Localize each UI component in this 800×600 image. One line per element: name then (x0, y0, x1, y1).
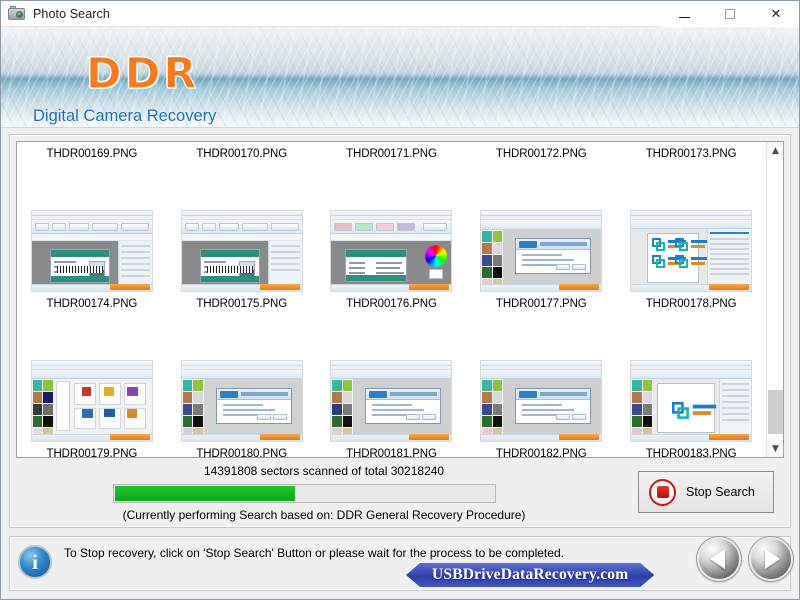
thumbnail-wrap[interactable] (17, 210, 167, 292)
thumbnail-image[interactable] (330, 360, 453, 442)
file-name-label: THDR00172.PNG (495, 148, 587, 160)
thumbnail-image[interactable] (630, 360, 753, 442)
stop-search-button[interactable]: Stop Search (638, 471, 774, 513)
thumbnail-cell[interactable]: THDR00179.PNG (17, 442, 167, 457)
file-name-label: THDR00174.PNG (46, 298, 138, 310)
thumbnail-cell[interactable]: THDR00181.PNG (317, 442, 467, 457)
info-icon: i (18, 545, 52, 579)
chevron-up-icon[interactable]: ▲ (767, 142, 783, 159)
thumbnail-wrap[interactable] (616, 360, 766, 442)
brand-url-banner: USBDriveDataRecovery.com (406, 563, 654, 587)
photo-search-window: Photo Search ✕ DDR Digital Camera Recove… (0, 0, 800, 600)
next-button[interactable] (749, 537, 793, 581)
thumbnail-cell[interactable]: THDR00182.PNG (466, 442, 616, 457)
thumbnail-wrap[interactable] (167, 210, 317, 292)
thumbnail-wrap[interactable] (317, 360, 467, 442)
previous-arrow-icon (710, 549, 725, 569)
file-name-label: THDR00178.PNG (645, 298, 737, 310)
file-name-label: THDR00179.PNG (46, 448, 138, 457)
thumbnail-image[interactable] (30, 360, 153, 442)
file-name-label: THDR00171.PNG (346, 148, 437, 160)
thumbnail-image[interactable] (30, 210, 153, 292)
file-name-label: THDR00175.PNG (196, 298, 288, 310)
close-icon: ✕ (770, 6, 782, 22)
progress-area: 14391808 sectors scanned of total 302182… (16, 464, 784, 526)
thumbnail-image-row (17, 360, 766, 442)
ddr-logo: DDR (86, 49, 200, 100)
content-panel: THDR00169.PNG THDR00170.PNG THDR00171.PN… (9, 134, 791, 528)
file-name-label: THDR00177.PNG (495, 298, 587, 310)
recovery-procedure-label: (Currently performing Search based on: D… (122, 508, 526, 522)
thumbnail-wrap[interactable] (466, 360, 616, 442)
stop-square-icon (649, 478, 676, 506)
file-name-label: THDR00176.PNG (346, 298, 437, 310)
window-title: Photo Search (33, 6, 110, 21)
chevron-down-icon[interactable]: ▼ (767, 440, 783, 457)
vertical-scrollbar[interactable]: ▲ ▼ (766, 142, 783, 457)
title-bar: Photo Search ✕ (1, 1, 799, 27)
file-name-label: THDR00181.PNG (346, 448, 437, 457)
previous-button[interactable] (697, 537, 741, 581)
file-name-label: THDR00169.PNG (46, 148, 138, 160)
minimize-icon (678, 16, 690, 18)
status-message: To Stop recovery, click on 'Stop Search'… (64, 546, 564, 560)
file-name-label: THDR00182.PNG (495, 448, 587, 457)
maximize-icon (725, 9, 735, 19)
scan-progress-fill (115, 486, 296, 501)
window-controls: ✕ (661, 1, 799, 27)
thumbnail-cell[interactable]: THDR00183.PNG (616, 442, 766, 457)
scan-progress-bar (113, 484, 496, 503)
thumbnail-row: THDR00179.PNG THDR00180.PNG THDR00181.PN… (17, 442, 766, 457)
thumbnail-wrap[interactable] (616, 210, 766, 292)
minimize-button[interactable] (661, 1, 707, 27)
navigation-buttons (697, 537, 793, 581)
thumbnail-wrap[interactable] (466, 210, 616, 292)
product-subtitle: Digital Camera Recovery (33, 107, 217, 125)
thumbnail-cell[interactable]: THDR00180.PNG (167, 442, 317, 457)
camera-icon (8, 6, 25, 21)
file-name-label: THDR00173.PNG (645, 148, 737, 160)
thumbnail-grid: THDR00169.PNG THDR00170.PNG THDR00171.PN… (17, 142, 766, 457)
file-name-label: THDR00170.PNG (196, 148, 288, 160)
close-button[interactable]: ✕ (753, 1, 799, 27)
stop-search-label: Stop Search (686, 485, 755, 499)
thumbnail-image-row (17, 210, 766, 292)
thumbnail-image[interactable] (630, 210, 753, 292)
footer-area: i To Stop recovery, click on 'Stop Searc… (1, 532, 799, 598)
thumbnail-wrap[interactable] (317, 210, 467, 292)
thumbnail-image[interactable] (330, 210, 453, 292)
thumbnail-wrap[interactable] (167, 360, 317, 442)
thumbnail-image[interactable] (180, 360, 303, 442)
next-arrow-icon (765, 549, 780, 569)
file-name-label: THDR00183.PNG (645, 448, 737, 457)
scrollbar-thumb[interactable] (768, 390, 783, 434)
sectors-scanned-label: 14391808 sectors scanned of total 302182… (203, 464, 445, 478)
status-bar: i To Stop recovery, click on 'Stop Searc… (9, 536, 791, 591)
maximize-button[interactable] (707, 1, 753, 27)
thumbnail-image[interactable] (180, 210, 303, 292)
main-body: THDR00169.PNG THDR00170.PNG THDR00171.PN… (1, 128, 799, 532)
thumbnail-image[interactable] (480, 360, 603, 442)
thumbnail-listbox[interactable]: THDR00169.PNG THDR00170.PNG THDR00171.PN… (16, 141, 784, 458)
thumbnail-image[interactable] (480, 210, 603, 292)
file-name-label: THDR00180.PNG (196, 448, 288, 457)
thumbnail-wrap[interactable] (17, 360, 167, 442)
brand-banner: DDR Digital Camera Recovery (1, 27, 799, 128)
